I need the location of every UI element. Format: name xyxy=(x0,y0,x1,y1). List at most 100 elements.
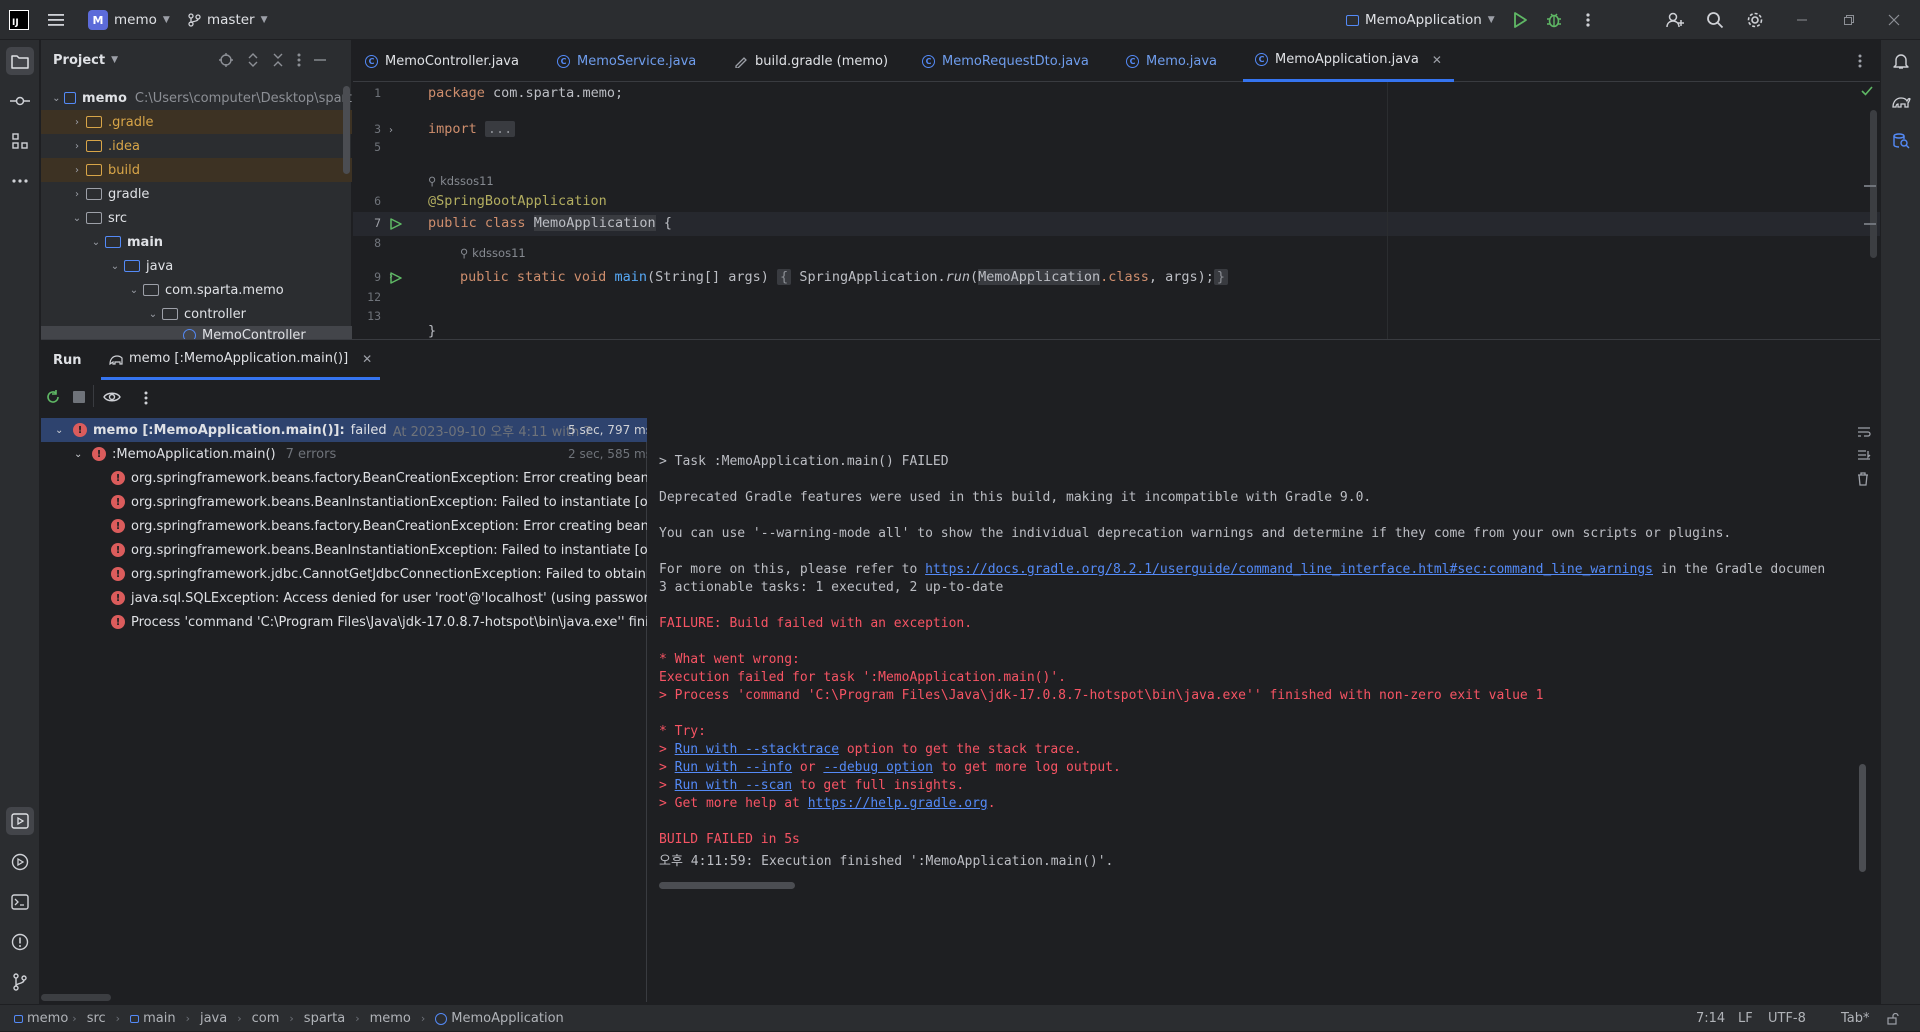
more-tools-button[interactable] xyxy=(6,167,34,195)
run-button[interactable] xyxy=(1509,9,1531,31)
breadcrumb-item[interactable]: MemoApplication xyxy=(451,1011,563,1026)
run-gutter-button[interactable] xyxy=(390,218,402,230)
debug-link[interactable]: --debug option xyxy=(823,760,933,775)
breadcrumb-item[interactable]: com xyxy=(252,1011,280,1026)
error-row[interactable]: ! org.springframework.beans.BeanInstantia… xyxy=(111,538,647,562)
rerun-button[interactable] xyxy=(45,389,61,405)
tab-memoservice[interactable]: C MemoService.java xyxy=(557,40,696,82)
error-row[interactable]: ! java.sql.SQLException: Access denied fo… xyxy=(111,586,647,610)
breadcrumb-item[interactable]: memo xyxy=(370,1011,411,1026)
tab-build-gradle[interactable]: build.gradle (memo) xyxy=(734,40,888,82)
more-actions-button[interactable] xyxy=(144,391,148,405)
locate-icon[interactable] xyxy=(218,52,234,68)
scroll-to-end-icon[interactable] xyxy=(1857,449,1871,461)
hide-panel-icon[interactable] xyxy=(314,58,326,62)
services-tool-button[interactable] xyxy=(6,848,34,876)
tab-memocontroller[interactable]: C MemoController.java xyxy=(365,40,519,82)
console-horizontal-scrollbar[interactable] xyxy=(659,882,795,889)
chevron-down-icon[interactable]: ▼ xyxy=(111,55,118,65)
tab-options-button[interactable] xyxy=(1858,54,1862,68)
scan-link[interactable]: Run with --scan xyxy=(675,778,792,793)
run-tool-button[interactable] xyxy=(6,807,34,835)
close-button[interactable] xyxy=(1883,9,1905,31)
run-gutter-button[interactable] xyxy=(390,272,402,284)
structure-tool-button[interactable] xyxy=(6,127,34,155)
gradle-tool-button[interactable] xyxy=(1887,87,1915,115)
close-tab-icon[interactable]: ✕ xyxy=(1432,53,1442,67)
tree-item-src[interactable]: ⌄ src xyxy=(41,206,352,230)
docs-link[interactable]: https://docs.gradle.org/8.2.1/userguide/… xyxy=(925,562,1653,577)
code-author-hint[interactable]: ⚲ kdssos11 xyxy=(460,246,526,260)
tree-horizontal-scrollbar[interactable] xyxy=(41,994,111,1001)
tree-item-memo[interactable]: ⌄ memo C:\Users\computer\Desktop\spart xyxy=(41,86,352,110)
info-link[interactable]: Run with --info xyxy=(675,760,792,775)
project-scrollbar[interactable] xyxy=(343,86,350,174)
notifications-tool-button[interactable] xyxy=(1887,47,1915,75)
commit-tool-button[interactable] xyxy=(6,87,34,115)
view-options-button[interactable] xyxy=(103,389,123,405)
problems-tool-button[interactable] xyxy=(6,928,34,956)
error-row[interactable]: ! Process 'command 'C:\Program Files\Java… xyxy=(111,610,647,634)
indent-settings[interactable]: Tab* xyxy=(1841,1005,1870,1032)
stop-button[interactable] xyxy=(73,391,85,403)
soft-wrap-icon[interactable] xyxy=(1857,426,1871,438)
tree-item-controller[interactable]: ⌄ controller xyxy=(41,302,352,326)
more-vertical-icon[interactable] xyxy=(297,53,301,67)
search-everywhere-button[interactable] xyxy=(1704,9,1726,31)
tree-item-memocontroller[interactable]: MemoController xyxy=(41,326,352,339)
breadcrumb-item[interactable]: java xyxy=(200,1011,227,1026)
minimize-button[interactable] xyxy=(1791,9,1813,31)
console-vertical-scrollbar[interactable] xyxy=(1859,764,1866,872)
tab-memoapplication[interactable]: C MemoApplication.java ✕ xyxy=(1243,40,1454,82)
more-actions-button[interactable] xyxy=(1577,9,1599,31)
tree-item-java[interactable]: ⌄ java xyxy=(41,254,352,278)
readonly-toggle[interactable] xyxy=(1887,1005,1899,1032)
settings-button[interactable] xyxy=(1744,9,1766,31)
tab-memorequestdto[interactable]: C MemoRequestDto.java xyxy=(922,40,1089,82)
folded-imports[interactable]: ... xyxy=(484,121,516,137)
restore-button[interactable] xyxy=(1838,9,1860,31)
terminal-tool-button[interactable] xyxy=(6,888,34,916)
breadcrumb-item[interactable]: memo xyxy=(27,1011,68,1026)
close-tab-icon[interactable]: ✕ xyxy=(362,352,372,366)
project-selector[interactable]: M memo ▼ xyxy=(88,0,170,40)
tree-item-package[interactable]: ⌄ com.sparta.memo xyxy=(41,278,352,302)
tree-item-gradle-dir[interactable]: › .gradle xyxy=(41,110,352,134)
tree-item-main[interactable]: ⌄ main xyxy=(41,230,352,254)
tree-item-build[interactable]: › build xyxy=(41,158,352,182)
code-author-hint[interactable]: ⚲ kdssos11 xyxy=(428,174,494,188)
file-encoding[interactable]: UTF-8 xyxy=(1768,1005,1806,1032)
fold-chevron-icon[interactable]: › xyxy=(389,125,393,136)
breadcrumb-item[interactable]: src xyxy=(87,1011,106,1026)
tree-item-idea[interactable]: › .idea xyxy=(41,134,352,158)
tab-run-config[interactable]: memo [:MemoApplication.main()] ✕ xyxy=(101,340,381,380)
run-config-selector[interactable]: MemoApplication ▼ xyxy=(1346,0,1495,40)
tab-memo[interactable]: C Memo.java xyxy=(1126,40,1217,82)
build-root-row[interactable]: ⌄ ! memo [:MemoApplication.main()]: fail… xyxy=(55,418,652,442)
stacktrace-link[interactable]: Run with --stacktrace xyxy=(675,742,839,757)
error-row[interactable]: ! org.springframework.beans.factory.BeanC… xyxy=(111,466,647,490)
collapse-all-icon[interactable] xyxy=(272,52,284,68)
expand-all-icon[interactable] xyxy=(247,52,259,68)
project-panel-title[interactable]: Project xyxy=(53,53,105,68)
branch-selector[interactable]: master ▼ xyxy=(187,0,268,40)
build-task-row[interactable]: ⌄ ! :MemoApplication.main() 7 errors 2 s… xyxy=(74,442,652,466)
debug-button[interactable] xyxy=(1543,9,1565,31)
database-tool-button[interactable] xyxy=(1887,127,1915,155)
help-link[interactable]: https://help.gradle.org xyxy=(808,796,988,811)
caret-position[interactable]: 7:14 xyxy=(1696,1005,1725,1032)
error-row[interactable]: ! org.springframework.beans.factory.BeanC… xyxy=(111,514,647,538)
line-separator[interactable]: LF xyxy=(1738,1005,1753,1032)
breadcrumb-item[interactable]: sparta xyxy=(304,1011,345,1026)
breadcrumb-item[interactable]: main xyxy=(143,1011,175,1026)
project-tool-button[interactable] xyxy=(6,47,34,75)
code-with-me-button[interactable] xyxy=(1664,9,1686,31)
error-row[interactable]: ! org.springframework.beans.BeanInstantia… xyxy=(111,490,647,514)
trash-icon[interactable] xyxy=(1857,472,1869,486)
git-tool-button[interactable] xyxy=(6,968,34,996)
main-menu-button[interactable] xyxy=(47,0,65,40)
no-problems-icon[interactable] xyxy=(1861,86,1873,96)
error-row[interactable]: ! org.springframework.jdbc.CannotGetJdbcC… xyxy=(111,562,647,586)
editor-scrollbar[interactable] xyxy=(1870,110,1877,258)
tree-item-gradle[interactable]: › gradle xyxy=(41,182,352,206)
